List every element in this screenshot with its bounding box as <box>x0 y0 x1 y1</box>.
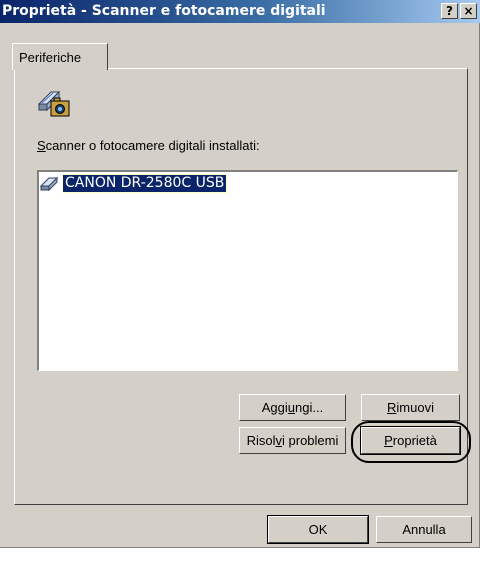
device-name: CANON DR-2580C USB <box>61 174 228 193</box>
title-bar[interactable]: Proprietà - Scanner e fotocamere digital… <box>0 0 480 23</box>
installed-devices-label: Scanner o fotocamere digitali installati… <box>37 138 260 153</box>
ok-button[interactable]: OK <box>267 515 369 544</box>
tab-periferiche[interactable]: Periferiche <box>12 43 108 70</box>
window-title: Proprietà - Scanner e fotocamere digital… <box>2 3 326 19</box>
remove-button[interactable]: Rimuovi <box>361 394 460 421</box>
close-button[interactable]: × <box>460 3 477 19</box>
device-list[interactable]: CANON DR-2580C USB <box>37 170 458 371</box>
tab-label: Periferiche <box>19 50 82 65</box>
cancel-button[interactable]: Annulla <box>376 516 472 543</box>
troubleshoot-button[interactable]: Risolvi problemi <box>239 427 346 454</box>
scanner-camera-icon <box>37 90 70 117</box>
help-button[interactable]: ? <box>441 3 458 19</box>
properties-dialog: Proprietà - Scanner e fotocamere digital… <box>0 0 480 548</box>
scanner-icon <box>40 176 59 192</box>
highlight-circle <box>351 421 471 463</box>
add-button[interactable]: Aggiungi... <box>239 394 346 421</box>
